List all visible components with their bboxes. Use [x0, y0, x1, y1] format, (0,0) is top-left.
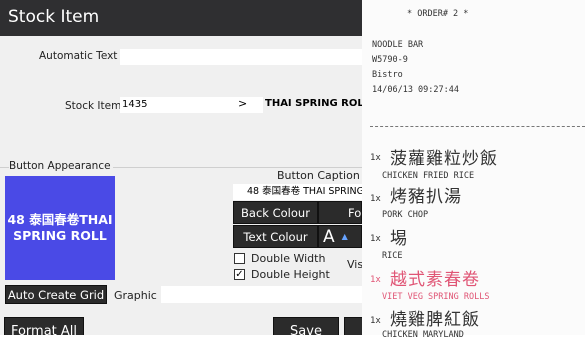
- caret-up-icon: ▲: [341, 232, 348, 241]
- receipt-item-qty: 1x: [370, 153, 381, 163]
- receipt-header: * ORDER# 2 *: [407, 9, 469, 19]
- fore-colour-button[interactable]: Fo: [318, 201, 362, 224]
- preview-caption-line2: SPRING ROLL: [13, 228, 107, 243]
- receipt-item-chinese: 越式素春卷: [390, 270, 480, 290]
- receipt-item-chinese: 燒雞脾紅飯: [390, 310, 480, 330]
- save-button[interactable]: Save: [273, 317, 339, 335]
- button-caption-label: Button Caption: [277, 169, 360, 182]
- format-all-button[interactable]: Format All: [4, 317, 84, 335]
- graphic-input[interactable]: [161, 286, 362, 303]
- receipt-datetime: 14/06/13 09:27:44: [372, 85, 459, 95]
- receipt-item-english: VIET VEG SPRING ROLLS: [382, 292, 490, 302]
- visible-label: Vis: [347, 258, 362, 271]
- double-width-checkbox[interactable]: [234, 253, 245, 264]
- preview-caption-line1: 48 泰国春卷THAI: [7, 212, 113, 227]
- font-letter-icon: A: [323, 226, 335, 247]
- receipt-item-english: CHICKEN MARYLAND: [382, 330, 464, 340]
- back-colour-button[interactable]: Back Colour: [233, 201, 318, 224]
- font-button[interactable]: A ▲: [318, 225, 362, 248]
- text-colour-button[interactable]: Text Colour: [233, 225, 318, 248]
- title-bar: Stock Item: [0, 0, 362, 36]
- receipt-item-qty: 1x: [370, 234, 381, 244]
- receipt-item-qty: 1x: [370, 316, 381, 326]
- receipt-item-english: PORK CHOP: [382, 210, 429, 220]
- order-receipt: * ORDER# 2 * NOODLE BAR W5790-9 Bistro 1…: [362, 0, 585, 340]
- receipt-item-chinese: 烤豬扒湯: [390, 187, 462, 207]
- stock-item-lookup-arrow[interactable]: >: [238, 97, 247, 110]
- graphic-label: Graphic: [114, 289, 157, 302]
- receipt-item-chinese: 菠蘿雞粒炒飯: [390, 149, 498, 169]
- stock-item-label: Stock Item: [65, 100, 122, 112]
- receipt-item-chinese: 埸: [390, 229, 408, 249]
- automatic-text-label: Automatic Text: [39, 50, 118, 62]
- receipt-item-english: RICE: [382, 251, 403, 261]
- stock-item-window: Stock Item Automatic Text Stock Item 143…: [0, 0, 362, 335]
- button-appearance-label: Button Appearance: [9, 160, 113, 172]
- double-width-label: Double Width: [251, 252, 326, 265]
- auto-create-grid-button[interactable]: Auto Create Grid: [5, 285, 107, 304]
- button-preview[interactable]: 48 泰国春卷THAI SPRING ROLL: [5, 176, 115, 280]
- stock-item-name: THAI SPRING ROLL: [265, 98, 362, 109]
- double-height-checkbox[interactable]: ✓: [234, 269, 245, 280]
- window-title: Stock Item: [8, 7, 100, 27]
- automatic-text-input[interactable]: [120, 49, 362, 65]
- receipt-item-qty: 1x: [370, 194, 381, 204]
- item-details-panel: Automatic Text Stock Item 1435 > THAI SP…: [0, 36, 362, 167]
- receipt-item-qty: 1x: [370, 275, 381, 285]
- button-caption-input[interactable]: 48 泰国春卷 THAI SPRING: [233, 184, 362, 200]
- double-height-label: Double Height: [251, 268, 330, 281]
- receipt-venue: Bistro: [372, 70, 403, 80]
- receipt-id: W5790-9: [372, 55, 408, 65]
- receipt-shop-name: NOODLE BAR: [372, 40, 424, 50]
- cancel-button[interactable]: [344, 317, 362, 335]
- receipt-divider: [370, 126, 585, 127]
- receipt-item-english: CHICKEN FRIED RICE: [382, 171, 475, 181]
